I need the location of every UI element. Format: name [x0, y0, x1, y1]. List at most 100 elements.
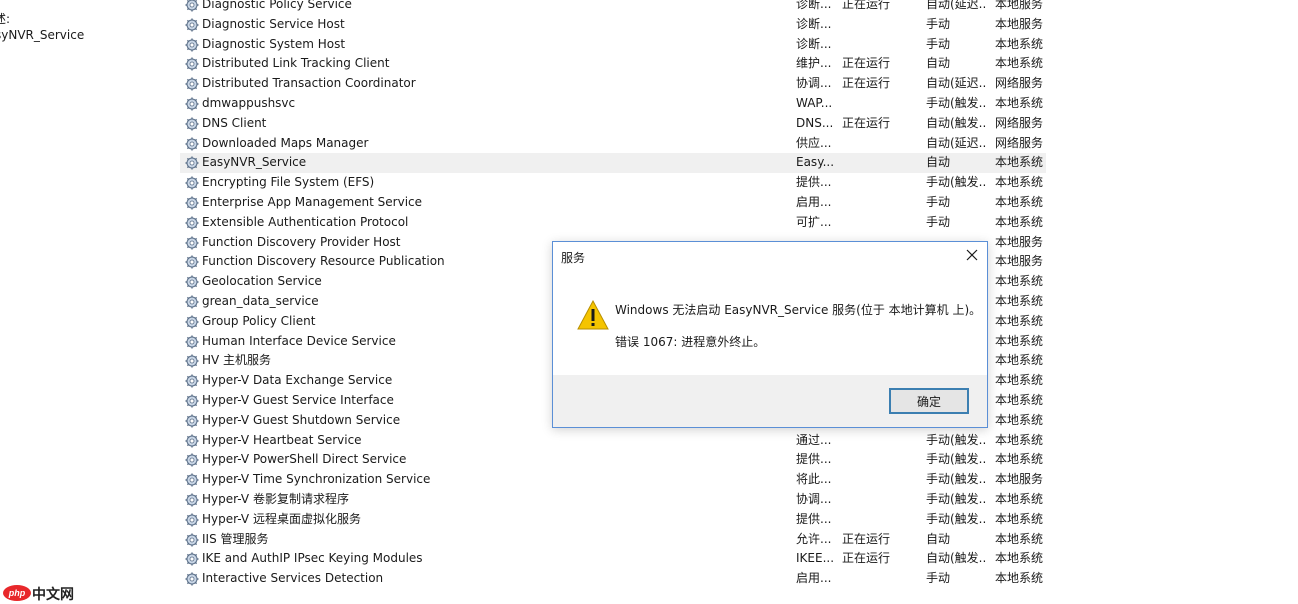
service-row[interactable]: Downloaded Maps Manager 供应... 自动(延迟... 网络服务 [180, 134, 1046, 154]
service-startup-type: 手动(触发... [926, 432, 986, 447]
service-startup-type: 手动 [926, 36, 951, 51]
service-name: Hyper-V 卷影复制请求程序 [202, 491, 349, 506]
service-name: Distributed Transaction Coordinator [202, 76, 416, 91]
php-logo-text: php [8, 588, 26, 598]
service-name: HV 主机服务 [202, 353, 272, 368]
gear-icon [185, 275, 199, 289]
ok-button[interactable]: 确定 [889, 388, 969, 414]
service-name: Hyper-V Time Synchronization Service [202, 472, 431, 487]
dialog-error-code: 错误 1067: 进程意外终止。 [615, 335, 766, 349]
service-description: 提供... [796, 175, 832, 190]
service-status: 正在运行 [842, 115, 891, 130]
service-startup-type: 自动(触发... [926, 551, 986, 566]
service-logon-as: 本地系统 [995, 511, 1044, 526]
service-row[interactable]: Distributed Link Tracking Client 维护... 正在运… [180, 54, 1046, 74]
service-startup-type: 自动(延迟... [926, 76, 986, 91]
service-name: Hyper-V Data Exchange Service [202, 373, 393, 388]
service-name: Downloaded Maps Manager [202, 135, 369, 150]
service-name: Encrypting File System (EFS) [202, 175, 375, 190]
close-icon[interactable] [965, 248, 979, 262]
service-description: 诊断... [796, 0, 832, 11]
service-row[interactable]: Hyper-V PowerShell Direct Service 提供... 手动… [180, 450, 1046, 470]
service-row[interactable]: Hyper-V 远程桌面虚拟化服务 提供... 手动(触发... 本地系统 [180, 510, 1046, 530]
service-logon-as: 网络服务 [995, 135, 1044, 150]
gear-icon [185, 434, 199, 448]
gear-icon [185, 513, 199, 527]
service-description: 通过... [796, 432, 832, 447]
service-startup-type: 自动 [926, 155, 951, 170]
service-row[interactable]: Extensible Authentication Protocol 可扩... 手… [180, 213, 1046, 233]
service-row[interactable]: Distributed Transaction Coordinator 协调...… [180, 74, 1046, 94]
gear-icon [185, 354, 199, 368]
gear-icon [185, 18, 199, 32]
service-logon-as: 本地系统 [995, 353, 1044, 368]
service-row[interactable]: IIS 管理服务 允许... 正在运行 自动 本地系统 [180, 530, 1046, 550]
service-logon-as: 本地系统 [995, 452, 1044, 467]
service-description: 提供... [796, 452, 832, 467]
service-logon-as: 本地系统 [995, 194, 1044, 209]
gear-icon [185, 77, 199, 91]
service-name: Enterprise App Management Service [202, 194, 423, 209]
service-name: Hyper-V Guest Shutdown Service [202, 412, 401, 427]
service-row[interactable]: Interactive Services Detection 启用... 手动 本地系… [180, 569, 1046, 589]
service-logon-as: 本地系统 [995, 155, 1044, 170]
service-name: grean_data_service [202, 293, 319, 308]
service-description: 供应... [796, 135, 832, 150]
gear-icon [185, 156, 199, 170]
php-watermark-logo: php 中文网 [0, 582, 84, 604]
service-status: 正在运行 [842, 551, 891, 566]
gear-icon [185, 453, 199, 467]
service-row[interactable]: dmwappushsvc WAP... 手动(触发... 本地系统 [180, 94, 1046, 114]
gear-icon [185, 196, 199, 210]
gear-icon [185, 374, 199, 388]
service-name: Interactive Services Detection [202, 571, 384, 586]
service-description: Easy... [796, 155, 835, 170]
service-row[interactable]: Diagnostic System Host 诊断... 手动 本地系统 [180, 35, 1046, 55]
service-row[interactable]: EasyNVR_Service Easy... 自动 本地系统 [180, 153, 1046, 174]
service-logon-as: 本地系统 [995, 36, 1044, 51]
dialog-message: Windows 无法启动 EasyNVR_Service 服务(位于 本地计算机… [615, 303, 982, 317]
service-row[interactable]: Hyper-V 卷影复制请求程序 协调... 手动(触发... 本地系统 [180, 490, 1046, 510]
service-name: Hyper-V PowerShell Direct Service [202, 452, 407, 467]
service-name: EasyNVR_Service [202, 155, 307, 170]
service-startup-type: 手动 [926, 194, 951, 209]
service-row[interactable]: DNS Client DNS... 正在运行 自动(触发... 网络服务 [180, 114, 1046, 134]
service-logon-as: 本地系统 [995, 313, 1044, 328]
service-startup-type: 手动(触发... [926, 452, 986, 467]
service-logon-as: 网络服务 [995, 76, 1044, 91]
service-logon-as: 本地系统 [995, 293, 1044, 308]
service-row[interactable]: Enterprise App Management Service 启用... 手动… [180, 193, 1046, 213]
service-logon-as: 本地服务 [995, 234, 1044, 249]
service-startup-type: 自动 [926, 56, 951, 71]
error-dialog: 服务 Windows 无法启动 EasyNVR_Service 服务(位于 本地… [552, 241, 988, 428]
service-logon-as: 本地服务 [995, 0, 1044, 11]
service-row[interactable]: Hyper-V Heartbeat Service 通过... 手动(触发... 本地… [180, 431, 1046, 451]
service-description: 协调... [796, 76, 832, 91]
service-startup-type: 手动(触发... [926, 95, 986, 110]
gear-icon [185, 57, 199, 71]
php-logo-icon: php [3, 585, 31, 601]
gear-icon [185, 0, 199, 12]
service-startup-type: 手动(触发... [926, 175, 986, 190]
service-logon-as: 本地系统 [995, 56, 1044, 71]
gear-icon [185, 255, 199, 269]
service-logon-as: 本地系统 [995, 95, 1044, 110]
service-name: Function Discovery Provider Host [202, 234, 401, 249]
gear-icon [185, 335, 199, 349]
service-name: Geolocation Service [202, 274, 322, 289]
service-row[interactable]: Diagnostic Policy Service 诊断... 正在运行 自动(延迟.… [180, 0, 1046, 15]
service-name: Hyper-V Heartbeat Service [202, 432, 362, 447]
service-logon-as: 本地服务 [995, 472, 1044, 487]
service-name: Diagnostic Policy Service [202, 0, 352, 11]
service-logon-as: 本地系统 [995, 274, 1044, 289]
service-description: 允许... [796, 531, 832, 546]
gear-icon [185, 295, 199, 309]
service-row[interactable]: Diagnostic Service Host 诊断... 手动 本地服务 [180, 15, 1046, 35]
service-description: DNS... [796, 115, 834, 130]
service-row[interactable]: Encrypting File System (EFS) 提供... 手动(触发..… [180, 173, 1046, 193]
service-startup-type: 自动 [926, 531, 951, 546]
gear-icon [185, 394, 199, 408]
service-row[interactable]: Hyper-V Time Synchronization Service 将此..… [180, 470, 1046, 490]
service-row[interactable]: IKE and AuthIP IPsec Keying Modules IKEE.… [180, 549, 1046, 569]
service-startup-type: 手动 [926, 16, 951, 31]
